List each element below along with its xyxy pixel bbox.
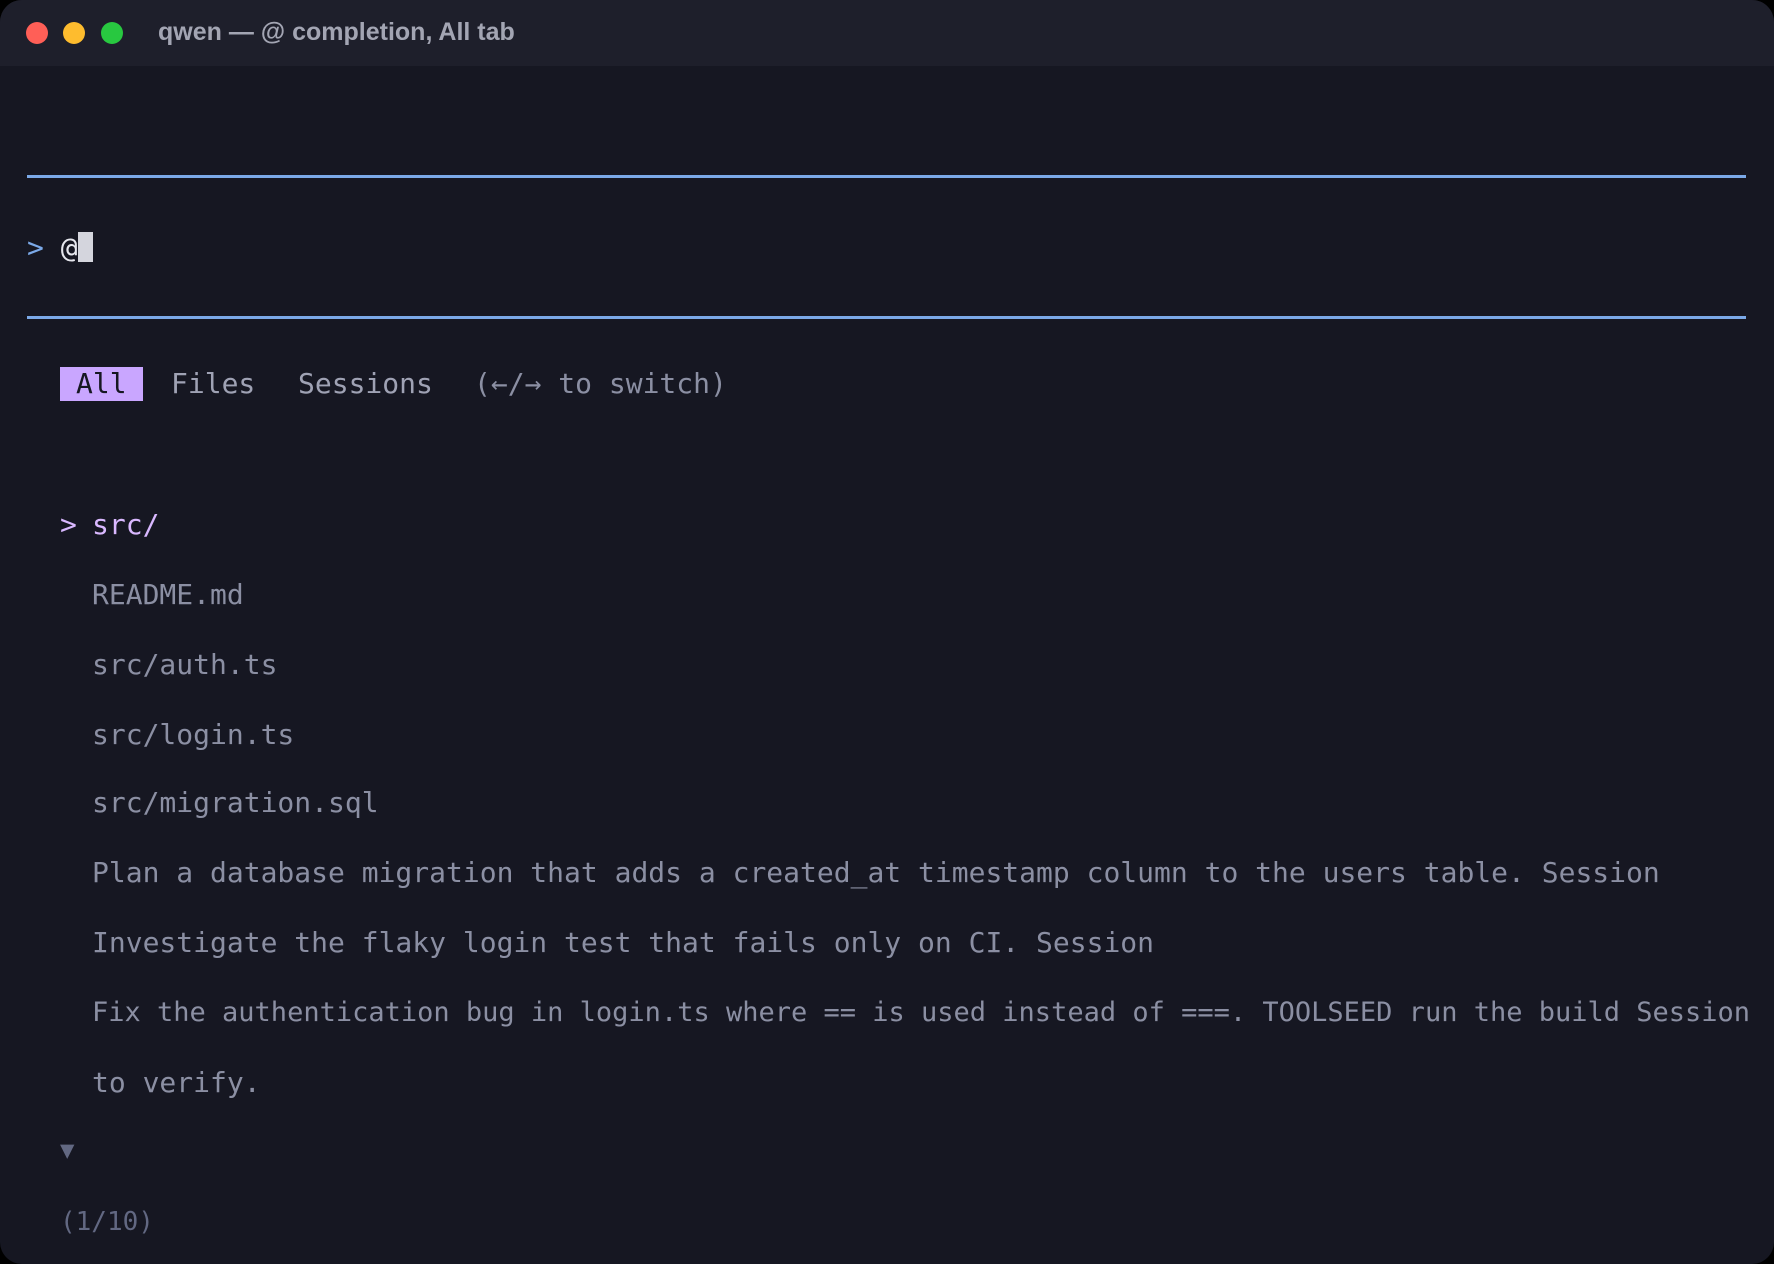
title-bar: qwen — @ completion, All tab [0, 0, 1774, 66]
tab-sessions[interactable]: Sessions [298, 367, 433, 401]
completion-item[interactable]: Plan a database migration that adds a cr… [60, 853, 1660, 893]
prompt-symbol: > [27, 231, 44, 264]
completion-item-label: Plan a database migration that adds a cr… [92, 856, 1660, 889]
completion-item[interactable]: README.md [60, 575, 244, 615]
completion-item-label: src/ [92, 508, 160, 541]
tab-files[interactable]: Files [171, 367, 255, 401]
completion-item-label: Investigate the flaky login test that fa… [92, 926, 1155, 959]
input-top-border [27, 175, 1746, 178]
terminal-window: qwen — @ completion, All tab > @ All Fil… [0, 0, 1774, 1264]
prompt-input[interactable]: > @ [27, 228, 93, 268]
completion-item-label: to verify. [92, 1066, 261, 1099]
text-cursor [77, 232, 93, 262]
completion-item-label: src/login.ts [92, 718, 295, 751]
completion-item-label: src/auth.ts [92, 648, 278, 681]
completion-counter: (1/10) [60, 1207, 154, 1237]
zoom-window-button[interactable] [101, 22, 123, 44]
completion-item[interactable]: src/login.ts [60, 715, 294, 755]
completion-item-label: README.md [92, 578, 244, 611]
completion-item[interactable]: Fix the authentication bug in login.ts w… [60, 993, 1750, 1033]
more-items-arrow-icon: ▼ [60, 1136, 75, 1164]
input-bottom-border [27, 316, 1746, 319]
minimize-window-button[interactable] [63, 22, 85, 44]
completion-item-label: Fix the authentication bug in login.ts w… [92, 997, 1751, 1028]
tab-all[interactable]: All [60, 367, 143, 401]
close-window-button[interactable] [26, 22, 48, 44]
selection-marker: > [60, 508, 77, 541]
completion-item[interactable]: src/migration.sql [60, 783, 379, 823]
window-title: qwen — @ completion, All tab [158, 18, 515, 46]
completion-item[interactable]: src/auth.ts [60, 645, 277, 685]
completion-item[interactable]: > src/ [60, 505, 159, 545]
completion-item-label: src/migration.sql [92, 786, 379, 819]
tab-switch-hint: (←/→ to switch) [474, 367, 727, 400]
completion-item-continuation[interactable]: to verify. [60, 1063, 261, 1103]
completion-item[interactable]: Investigate the flaky login test that fa… [60, 923, 1154, 963]
input-text: @ [60, 231, 78, 264]
